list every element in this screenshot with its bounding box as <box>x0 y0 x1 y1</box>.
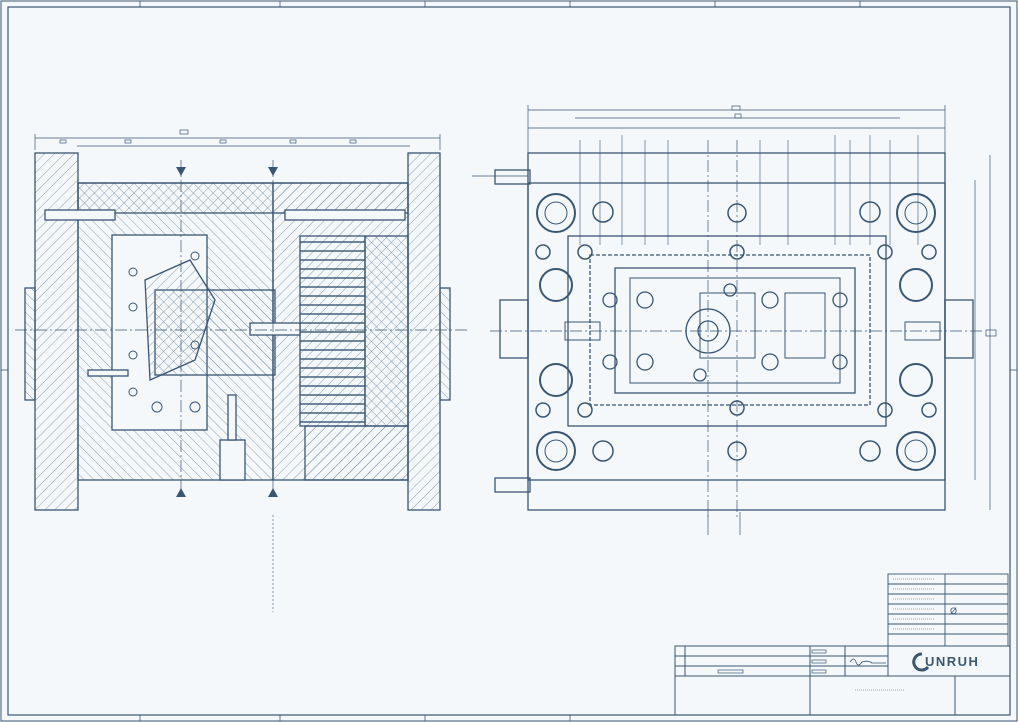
section-view <box>15 129 470 612</box>
unruh-logo: UNRUH <box>912 652 979 672</box>
diameter-symbol: Ø <box>950 606 957 616</box>
revision-table: Ø <box>887 573 1009 647</box>
signature <box>849 658 886 666</box>
brand-name: UNRUH <box>925 654 979 669</box>
section-view-dimensions <box>34 129 441 150</box>
plan-view-dimensions <box>527 105 997 535</box>
plan-view <box>472 105 997 535</box>
technical-drawing-sheet: Ø UNRUH <box>0 0 1018 722</box>
